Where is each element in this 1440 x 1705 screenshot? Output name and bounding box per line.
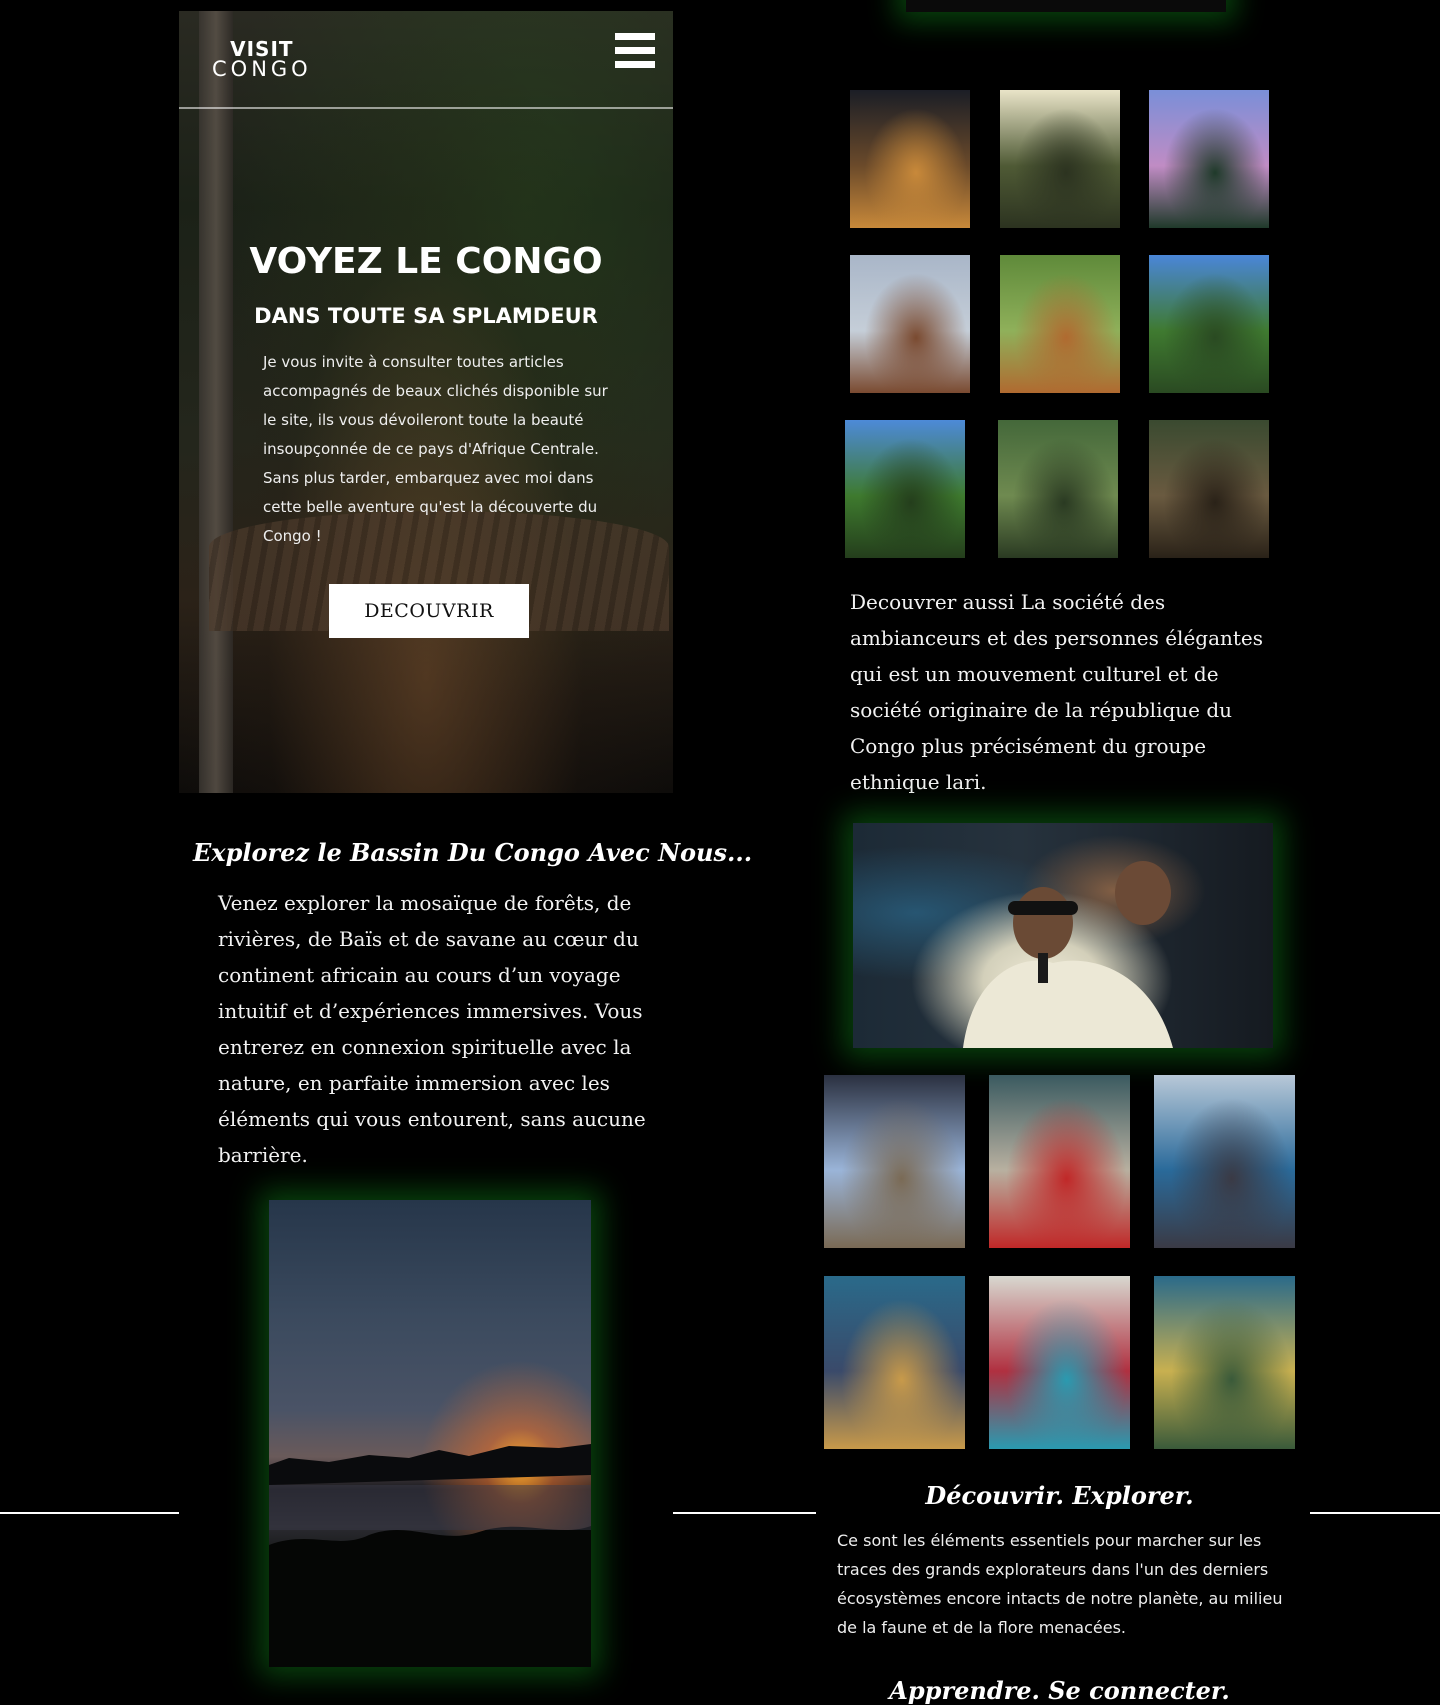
sapeur-plaid-suit-photo[interactable]	[1154, 1276, 1295, 1449]
eagle-on-rock-photo[interactable]	[850, 255, 970, 393]
river-forest-photo-2[interactable]	[845, 420, 965, 558]
hero-section: VISIT CONGO VOYEZ LE CONGO DANS TOUTE SA…	[179, 11, 673, 793]
explore-heading: Explorez le Bassin Du Congo Avec Nous...	[193, 838, 753, 867]
hero-subtitle: DANS TOUTE SA SPLAMDEUR	[254, 304, 598, 328]
river-forest-photo-1[interactable]	[1149, 255, 1269, 393]
river-sunset-photo	[269, 1200, 591, 1667]
sapeur-red-tie-photo[interactable]	[989, 1075, 1130, 1248]
mossy-tree-hiker-photo[interactable]	[998, 420, 1118, 558]
hero-title: VOYEZ LE CONGO	[249, 241, 603, 282]
tree-trunk-decoration	[199, 11, 233, 793]
hamburger-menu-icon[interactable]	[615, 33, 655, 75]
sape-description-text: Decouvrer aussi La société des ambianceu…	[850, 590, 1264, 794]
decouvrir-button[interactable]: DECOUVRIR	[329, 584, 529, 638]
logo-line-congo: CONGO	[212, 57, 312, 81]
visit-congo-logo[interactable]: VISIT CONGO	[212, 39, 312, 80]
treehouse-night-photo[interactable]	[850, 90, 970, 228]
top-cropped-photo	[906, 0, 1226, 12]
logo-line-visit: VISIT	[230, 37, 294, 61]
antelopes-field-photo[interactable]	[1000, 255, 1120, 393]
sapeur-dance-street-photo[interactable]	[1154, 1075, 1295, 1248]
crowd-watching-photo[interactable]	[989, 1276, 1130, 1449]
sapeur-blue-suit-photo[interactable]	[824, 1276, 965, 1449]
forest-hikers-photo[interactable]	[1000, 90, 1120, 228]
wooden-walkway-photo[interactable]	[1149, 420, 1269, 558]
learn-connect-heading: Apprendre. Se connecter.	[889, 1676, 1230, 1705]
divider-line-middle	[673, 1512, 816, 1514]
divider-line-left	[0, 1512, 179, 1514]
hero-intro-text: Je vous invite à consulter toutes articl…	[263, 353, 608, 545]
discover-explore-heading: Découvrir. Explorer.	[925, 1481, 1194, 1510]
tree-sunset-sky-photo[interactable]	[1149, 90, 1269, 228]
sapeur-blue-shirt-photo[interactable]	[824, 1075, 965, 1248]
sapeur-figure-shape	[963, 861, 1173, 1048]
discover-explore-text: Ce sont les éléments essentiels pour mar…	[837, 1531, 1283, 1637]
divider-line-right	[1310, 1512, 1440, 1514]
sunset-silhouette	[269, 1444, 591, 1667]
sapeur-with-pipe-photo	[853, 823, 1273, 1048]
top-nav-bar: VISIT CONGO	[179, 11, 673, 109]
explore-body-text: Venez explorer la mosaïque de forêts, de…	[218, 891, 646, 1167]
